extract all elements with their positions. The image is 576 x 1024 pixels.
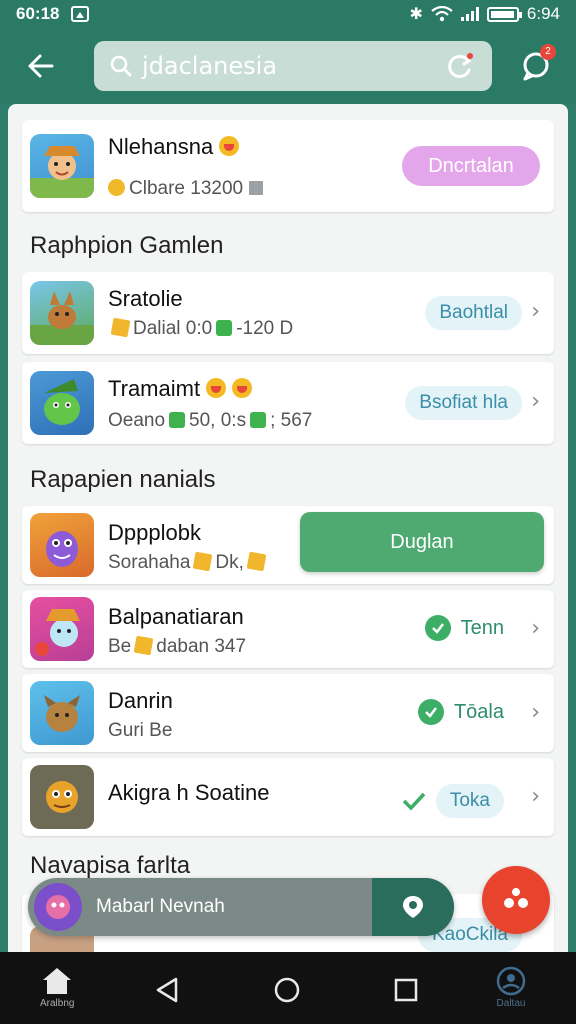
section-title: Raphpion Gamlen <box>30 232 224 259</box>
item-status[interactable]: Toka <box>402 784 504 818</box>
profile-icon <box>496 966 526 996</box>
refresh-icon <box>448 53 473 78</box>
notification-badge: 2 <box>540 44 556 60</box>
refresh-button[interactable] <box>442 49 476 83</box>
location-button[interactable] <box>372 878 454 936</box>
section-title: Navapisa farlta <box>30 852 191 879</box>
nav-recents[interactable] <box>393 977 419 1003</box>
game-thumbnail <box>30 597 94 661</box>
item-status[interactable]: Tenn <box>424 615 504 641</box>
mini-player[interactable]: Mabarl Nevnah <box>28 878 454 936</box>
list-item[interactable]: Dppplobk Sorahaha Dk, Duglan <box>22 506 554 584</box>
chevron-right-icon: › <box>531 616 540 641</box>
status-time: 60:18 <box>16 4 60 23</box>
chevron-right-icon: › <box>531 700 540 725</box>
list-item[interactable]: Tramaimt Oeano 50, 0:s; 567 Bsofiat hla › <box>22 362 554 444</box>
back-triangle-icon <box>156 977 178 1003</box>
bluetooth-icon: ✱ <box>409 6 423 23</box>
check-circle-icon <box>424 615 451 641</box>
chevron-right-icon: › <box>531 299 540 324</box>
search-input[interactable]: jdaclanesia <box>94 41 492 91</box>
recents-square-icon <box>394 978 418 1002</box>
check-circle-icon <box>417 699 444 725</box>
nav-home-label: Aralbng <box>40 998 75 1009</box>
emoji-icon <box>206 378 227 398</box>
item-action-pill[interactable]: Baohtlal <box>425 296 522 330</box>
check-icon <box>402 792 426 811</box>
item-title: Danrin <box>108 688 173 713</box>
featured-card[interactable]: Nlehansna Clbare 13200 Dncrtalan <box>22 120 554 212</box>
item-title: Dppplobk <box>108 520 201 545</box>
list-item[interactable]: Danrin Guri Be Tōala › <box>22 674 554 752</box>
item-title: Tramaimt <box>108 376 253 402</box>
item-subtitle: Be daban 347 <box>108 635 247 657</box>
item-title: Balpanatiaran <box>108 604 244 629</box>
item-action-button[interactable]: Duglan <box>300 512 544 572</box>
item-status[interactable]: Tōala <box>417 699 504 725</box>
nav-profile[interactable]: Daltau <box>494 966 528 1009</box>
chevron-right-icon: › <box>531 784 540 809</box>
nav-back[interactable] <box>154 976 180 1004</box>
box-icon <box>249 181 264 195</box>
item-subtitle: Oeano 50, 0:s; 567 <box>108 410 313 431</box>
notifications-button[interactable]: 2 <box>516 44 556 86</box>
mini-player-label: Mabarl Nevnah <box>96 896 225 917</box>
notification-icon <box>71 6 90 22</box>
system-nav-bar: Aralbng Daltau <box>0 952 576 1024</box>
item-subtitle: Guri Be <box>108 720 173 741</box>
status-icons: ✱ 6:94 <box>410 4 561 24</box>
game-thumbnail <box>30 681 94 745</box>
featured-title: Nlehansna <box>108 134 240 160</box>
star-icon <box>133 635 154 656</box>
top-app-bar: jdaclanesia 2 <box>0 28 576 104</box>
back-button[interactable] <box>20 46 60 86</box>
game-thumbnail <box>30 281 94 345</box>
item-title: Sratolie <box>108 286 183 311</box>
home-circle-icon <box>274 977 300 1003</box>
ticket-icon <box>216 320 233 336</box>
featured-action-button[interactable]: Dncrtalan <box>402 146 540 186</box>
chevron-right-icon: › <box>531 389 540 414</box>
item-subtitle: Dalial 0:0 -120 D <box>108 317 293 340</box>
nav-home-circle[interactable] <box>273 976 301 1004</box>
search-query: jdaclanesia <box>142 52 278 80</box>
featured-subtitle: Clbare 13200 <box>108 178 264 200</box>
dots-icon <box>504 888 528 908</box>
battery-icon <box>486 6 522 22</box>
content-area: Nlehansna Clbare 13200 Dncrtalan Raphpio… <box>8 104 568 952</box>
emoji-icon <box>219 136 240 156</box>
game-thumbnail <box>30 134 94 198</box>
item-action-pill[interactable]: Bsofiat hla <box>405 386 522 420</box>
search-icon <box>110 55 132 77</box>
item-title: Akigra h Soatine <box>108 780 270 805</box>
wifi-icon <box>431 6 453 22</box>
emoji-icon <box>232 378 253 398</box>
list-item[interactable]: Akigra h Soatine Toka › <box>22 758 554 836</box>
game-thumbnail <box>30 513 94 577</box>
nav-profile-label: Daltau <box>496 998 526 1009</box>
list-item[interactable]: Sratolie Dalial 0:0 -120 D Baohtlal › <box>22 272 554 354</box>
list-item[interactable]: Balpanatiaran Be daban 347 Tenn › <box>22 590 554 668</box>
signal-icon <box>460 7 479 21</box>
location-pin-icon <box>403 896 423 918</box>
status-bar: 60:18 ✱ 6:94 <box>0 0 576 28</box>
floating-action-button[interactable] <box>482 866 550 934</box>
home-icon <box>43 968 72 994</box>
ticket-icon <box>250 412 267 428</box>
game-thumbnail <box>30 765 94 829</box>
game-thumbnail <box>30 371 94 435</box>
nav-home[interactable]: Aralbng <box>40 966 74 1009</box>
back-arrow-icon <box>28 54 54 78</box>
star-icon <box>193 551 213 572</box>
battery-level: 6:94 <box>526 4 560 23</box>
item-subtitle: Sorahaha Dk, <box>108 551 269 574</box>
coin-icon <box>108 179 125 196</box>
gift-icon <box>110 317 131 338</box>
avatar <box>34 883 82 931</box>
section-title: Rapapien nanials <box>30 466 216 493</box>
gift-icon <box>246 551 267 572</box>
ticket-icon <box>169 412 186 428</box>
